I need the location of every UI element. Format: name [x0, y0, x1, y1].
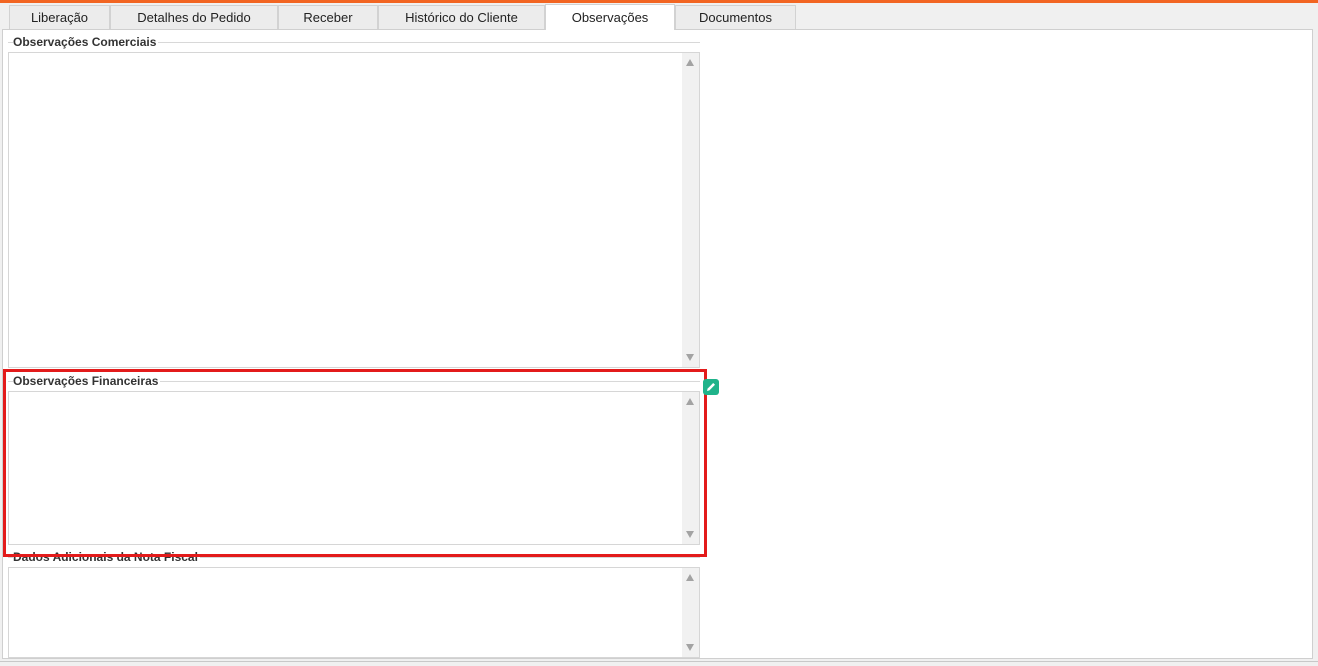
pencil-icon: [707, 383, 715, 391]
comerciais-group: Observações Comerciais: [8, 35, 700, 368]
pencil-edit-icon[interactable]: [703, 379, 719, 395]
scroll-down-icon[interactable]: [686, 644, 694, 651]
financeiras-scrollbar[interactable]: [682, 392, 699, 544]
scroll-up-icon[interactable]: [686, 574, 694, 581]
tab-observacoes[interactable]: Observações: [545, 4, 675, 30]
financeiras-textarea-container: [8, 391, 700, 545]
top-accent-bar: [0, 0, 1318, 3]
nota-fiscal-scrollbar[interactable]: [682, 568, 699, 657]
comerciais-textarea[interactable]: [9, 53, 684, 367]
financeiras-title: Observações Financeiras: [13, 374, 161, 388]
tab-receber[interactable]: Receber: [278, 5, 378, 29]
comerciais-title: Observações Comerciais: [13, 35, 159, 49]
nota-fiscal-textarea-container: [8, 567, 700, 658]
nota-fiscal-title: Dados Adicionais da Nota Fiscal: [13, 550, 200, 564]
nota-fiscal-textarea[interactable]: [9, 568, 684, 657]
tab-documentos[interactable]: Documentos: [675, 5, 796, 29]
tab-historico-do-cliente[interactable]: Histórico do Cliente: [378, 5, 545, 29]
tab-liberacao[interactable]: Liberação: [9, 5, 110, 29]
financeiras-group: Observações Financeiras: [8, 374, 700, 545]
comerciais-scrollbar[interactable]: [682, 53, 699, 367]
nota-fiscal-group: Dados Adicionais da Nota Fiscal: [8, 550, 700, 658]
comerciais-textarea-container: [8, 52, 700, 368]
scroll-down-icon[interactable]: [686, 354, 694, 361]
bottom-divider: [0, 661, 1318, 662]
scroll-up-icon[interactable]: [686, 59, 694, 66]
financeiras-textarea[interactable]: [9, 392, 684, 544]
tab-bar: Liberação Detalhes do Pedido Receber His…: [0, 4, 1318, 30]
scroll-down-icon[interactable]: [686, 531, 694, 538]
scroll-up-icon[interactable]: [686, 398, 694, 405]
tab-detalhes-do-pedido[interactable]: Detalhes do Pedido: [110, 5, 278, 29]
